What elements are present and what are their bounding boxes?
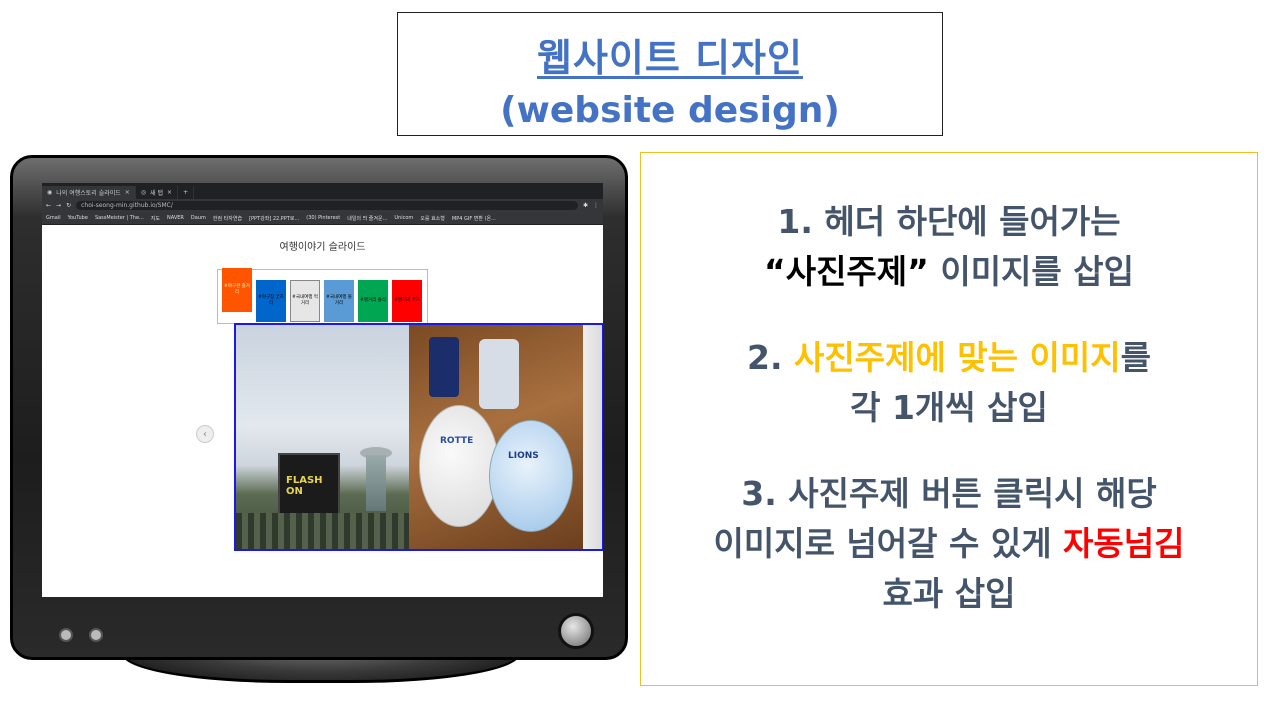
bookmark-item[interactable]: 오를 효소형 [420, 215, 445, 222]
title-english: (website design) [500, 90, 840, 131]
highlight-text: 자동넘김 [1063, 524, 1185, 563]
address-bar: ← → ↻ choi-seong-min.github.io/SMC/ ✱ ⋮ [42, 199, 603, 212]
ball-label: ROTTE [440, 436, 474, 446]
url-text: choi-seong-min.github.io/SMC/ [81, 202, 173, 209]
info-item-2-tail: 를 [1120, 338, 1151, 377]
monitor-button-icon [59, 628, 73, 642]
title-korean: 웹사이트 디자인 [537, 36, 803, 80]
info-item-2: 2. 사진주제에 맞는 이미지를 각 1개씩 삽입 [641, 333, 1257, 433]
back-icon[interactable]: ← [46, 202, 51, 209]
prev-slide-icon[interactable]: ‹ [196, 425, 214, 443]
theme-button[interactable]: #야구관 즐겨리 [222, 268, 252, 312]
info-item-2-line1: 2. 사진주제에 맞는 이미지를 [641, 333, 1257, 383]
bookmark-item[interactable]: Daum [191, 215, 206, 221]
bookmark-item[interactable]: YouTube [68, 215, 88, 221]
slide-frame: FLASH ON ROTTE LIONS [234, 323, 603, 551]
chrome-icon: ◎ [140, 189, 147, 196]
bookmark-item[interactable]: MP4 GIF 변환 (온... [452, 215, 496, 222]
item-number: 2. [747, 338, 794, 377]
info-item-2-line2: 각 1개씩 삽입 [850, 388, 1048, 427]
tab-label: 새 탭 [150, 190, 164, 197]
theme-button[interactable]: #야구장 굿즈리 [256, 280, 286, 322]
info-item-1-line2: “사진주제” 이미지를 삽입 [641, 247, 1257, 297]
bookmark-item[interactable]: 지도 [151, 215, 160, 222]
baseball-icon: LIONS [489, 420, 573, 532]
highlight-text: 사진주제에 맞는 [794, 338, 1019, 377]
baseball-goods-photo: ROTTE LIONS [409, 325, 583, 549]
monitor-illustration: ◉ 나의 여행스토리 슬라이드 × ◎ 새 탭 × + ← → ↻ choi-seong… [10, 155, 630, 683]
bookmark-item[interactable]: Unicom [394, 215, 413, 221]
light-tower-icon [366, 455, 386, 511]
browser-tab[interactable]: ◉ 나의 여행스토리 슬라이드 × [42, 186, 136, 199]
title-box: 웹사이트 디자인 (website design) [397, 12, 943, 136]
bookmark-item[interactable]: (30) Pinterest [306, 215, 340, 221]
extension-icon[interactable]: ✱ [583, 202, 588, 209]
theme-button-panel: #야구관 즐겨리 #야구장 굿즈리 #국내여행 먹거리 #국내여행 볼거리 #명… [217, 268, 428, 324]
close-icon[interactable]: × [167, 189, 172, 196]
bookmark-item[interactable]: Gmail [46, 215, 61, 221]
info-item-1: 1. 헤더 하단에 들어가는 “사진주제” 이미지를 삽입 [641, 197, 1257, 297]
info-item-3-line2: 이미지로 넘어갈 수 있게 자동넘김 [641, 519, 1257, 569]
new-tab-button[interactable]: + [178, 186, 195, 199]
bookmark-item[interactable]: SassMeister | The... [95, 215, 144, 221]
slide-title: 여행이야기 슬라이드 [279, 242, 366, 253]
stands [236, 513, 409, 549]
menu-icon[interactable]: ⋮ [593, 202, 599, 209]
power-button-icon [558, 613, 594, 649]
stadium-photo: FLASH ON [236, 325, 409, 549]
monitor-button-icon [89, 628, 103, 642]
browser-screenshot: ◉ 나의 여행스토리 슬라이드 × ◎ 새 탭 × + ← → ↻ choi-seong… [42, 183, 603, 597]
bookmark-item[interactable]: 내일의 띄 즐겨운... [347, 215, 387, 222]
baseball-icon: ROTTE [419, 405, 499, 527]
reload-icon[interactable]: ↻ [66, 202, 71, 209]
url-field[interactable]: choi-seong-min.github.io/SMC/ [76, 201, 578, 210]
theme-button[interactable]: #명거리 굿즈 [392, 280, 422, 322]
browser-tabbar: ◉ 나의 여행스토리 슬라이드 × ◎ 새 탭 × + [42, 183, 603, 199]
globe-icon: ◉ [47, 189, 53, 196]
bookmark-item[interactable]: 한컴 타자연습 [213, 215, 242, 222]
tab-label: 나의 여행스토리 슬라이드 [56, 190, 121, 197]
next-photo-edge [583, 325, 602, 549]
bookmarks-bar: Gmail YouTube SassMeister | The... 지도 NA… [42, 212, 603, 225]
bookmark-item[interactable]: NAVER [167, 215, 184, 221]
theme-button[interactable]: #국내여행 먹거리 [290, 280, 320, 322]
info-item-1-line1: 1. 헤더 하단에 들어가는 [777, 202, 1121, 241]
info-item-1-rest: 이미지를 삽입 [928, 252, 1134, 291]
close-icon[interactable]: × [125, 189, 130, 196]
info-item-3-line1: 3. 사진주제 버튼 클릭시 해당 [741, 474, 1157, 513]
info-item-3-pre: 이미지로 넘어갈 수 있게 [713, 524, 1064, 563]
theme-button[interactable]: #국내여행 볼거리 [324, 280, 354, 322]
info-panel: 1. 헤더 하단에 들어가는 “사진주제” 이미지를 삽입 2. 사진주제에 맞… [640, 152, 1258, 686]
keychain-icon [479, 339, 519, 409]
ball-label: LIONS [508, 451, 539, 461]
theme-button[interactable]: #명거리 즐식 [358, 280, 388, 322]
info-item-3-line3: 효과 삽입 [882, 574, 1016, 613]
web-page: 여행이야기 슬라이드 #야구관 즐겨리 #야구장 굿즈리 #국내여행 먹거리 #… [42, 225, 603, 597]
forward-icon[interactable]: → [56, 202, 61, 209]
bookmark-item[interactable]: [PPT강좌] 22.PPT로... [249, 215, 299, 222]
highlight-text: 이미지 [1029, 338, 1121, 377]
quote-text: “사진주제” [764, 252, 929, 291]
keychain-icon [429, 337, 459, 397]
browser-tab[interactable]: ◎ 새 탭 × [136, 186, 179, 199]
info-item-3: 3. 사진주제 버튼 클릭시 해당 이미지로 넘어갈 수 있게 자동넘김 효과 … [641, 469, 1257, 619]
scoreboard-text: FLASH ON [286, 475, 323, 497]
